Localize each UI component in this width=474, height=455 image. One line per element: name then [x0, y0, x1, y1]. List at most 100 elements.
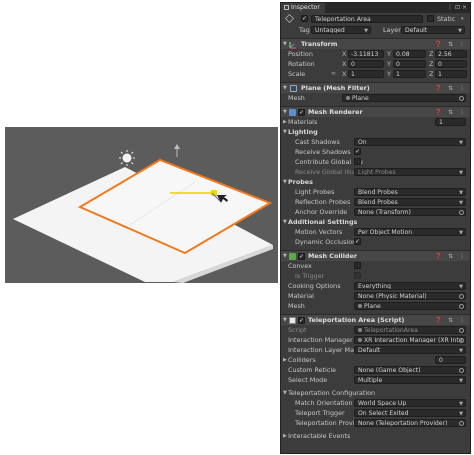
chevron-down-icon: ▼	[459, 230, 463, 236]
transform-header[interactable]: ▼ Transform ❓ ⇅ ⋮	[281, 38, 470, 49]
match-orientation-dropdown[interactable]: World Space Up ▼	[354, 399, 466, 407]
z-axis-label: Z	[429, 50, 434, 58]
teleport-trigger-label: Teleport Trigger	[295, 409, 345, 417]
scene-canvas	[13, 144, 273, 283]
select-mode-row: Select Mode Multiple ▼	[281, 375, 470, 385]
materials-row[interactable]: ▶ Materials 1	[281, 117, 470, 127]
rotation-x-field[interactable]: 0	[348, 60, 384, 68]
layer-dropdown[interactable]: Default ▼	[401, 26, 465, 34]
tag-dropdown[interactable]: Untagged ▼	[311, 26, 371, 34]
mesh-filter-header[interactable]: ▼ Plane (Mesh Filter) ❓ ⇅ ⋮	[281, 82, 470, 93]
teleport-provider-field[interactable]: None (Teleportation Provider)	[354, 419, 466, 427]
chevron-down-icon: ▼	[459, 378, 463, 384]
foldout-arrow-icon[interactable]: ▼	[283, 217, 287, 227]
cast-shadows-dropdown[interactable]: On ▼	[354, 138, 466, 146]
interaction-layer-dropdown[interactable]: Default ▼	[354, 346, 466, 354]
collider-material-label: Material	[288, 292, 314, 300]
foldout-arrow-icon[interactable]: ▼	[283, 127, 287, 137]
object-picker-icon[interactable]	[459, 294, 464, 299]
contribute-gi-checkbox[interactable]	[354, 158, 361, 165]
active-checkbox[interactable]: ✓	[301, 15, 308, 22]
receive-gi-dropdown: Light Probes ▼	[354, 168, 466, 176]
colliders-count-field[interactable]: 0	[435, 356, 466, 364]
mesh-renderer-enabled-checkbox[interactable]: ✓	[298, 109, 305, 116]
scale-x-field[interactable]: 1	[348, 70, 384, 78]
object-picker-icon[interactable]	[459, 210, 464, 215]
tab-inspector[interactable]: Inspector	[281, 3, 325, 13]
motion-vectors-dropdown[interactable]: Per Object Motion ▼	[354, 228, 466, 236]
mesh-collider-header[interactable]: ▼ ✓ Mesh Collider ❓ ⇅ ⋮	[281, 250, 470, 261]
mesh-field[interactable]: Plane	[342, 94, 466, 102]
anchor-override-field[interactable]: None (Transform)	[354, 208, 466, 216]
object-name-field[interactable]: Teleportation Area	[311, 15, 423, 23]
scale-row: Scale ∞ X 1 Y 1 Z 1	[281, 69, 470, 79]
foldout-arrow-icon[interactable]: ▼	[283, 388, 287, 398]
position-y-field[interactable]: 0.08	[393, 50, 426, 58]
match-orientation-row: Match Orientation World Space Up ▼	[281, 398, 470, 408]
is-trigger-row: Is Trigger	[281, 271, 470, 281]
x-axis-label: X	[342, 60, 347, 68]
foldout-arrow-icon[interactable]: ▼	[283, 177, 287, 187]
static-checkbox[interactable]	[427, 15, 434, 22]
mesh-collider-enabled-checkbox[interactable]: ✓	[298, 253, 305, 260]
object-header: ✓ Teleportation Area Static ▾	[281, 13, 470, 25]
rotation-z-field[interactable]: 0	[435, 60, 467, 68]
scene-view[interactable]	[5, 127, 278, 283]
mesh-renderer-header[interactable]: ▼ ✓ Mesh Renderer ❓ ⇅ ⋮	[281, 106, 470, 117]
convex-checkbox[interactable]	[354, 262, 361, 269]
object-picker-icon[interactable]	[459, 368, 464, 373]
cast-shadows-label: Cast Shadows	[295, 138, 340, 146]
foldout-arrow-icon[interactable]: ▶	[283, 355, 287, 365]
collider-mesh-field[interactable]: Plane	[354, 302, 466, 310]
light-icon[interactable]	[119, 150, 135, 166]
foldout-arrow-icon[interactable]: ▶	[283, 431, 287, 441]
object-picker-icon[interactable]	[459, 421, 464, 426]
scale-label: Scale	[288, 70, 306, 78]
teleport-config-section[interactable]: ▼ Teleportation Configuration	[281, 388, 470, 398]
colliders-row[interactable]: ▶ Colliders 0	[281, 355, 470, 365]
select-mode-label: Select Mode	[288, 376, 328, 384]
interaction-layer-row: Interaction Layer Mask Default ▼	[281, 345, 470, 355]
static-dropdown-icon[interactable]: ▾	[461, 13, 464, 25]
reflection-probes-dropdown[interactable]: Blend Probes ▼	[354, 198, 466, 206]
teleport-trigger-row: Teleport Trigger On Select Exited ▼	[281, 408, 470, 418]
chevron-down-icon: ▼	[459, 348, 463, 354]
collider-material-field[interactable]: None (Physic Material)	[354, 292, 466, 300]
rotation-y-field[interactable]: 0	[393, 60, 426, 68]
materials-count-field[interactable]: 1	[435, 118, 466, 126]
tab-options-icon[interactable]: ⋮ ⊡ ×	[447, 3, 467, 13]
probes-section[interactable]: ▼ Probes	[281, 177, 470, 187]
object-picker-icon[interactable]	[459, 304, 464, 309]
teleport-trigger-dropdown[interactable]: On Select Exited ▼	[354, 409, 466, 417]
receive-shadows-checkbox[interactable]: ✓	[354, 148, 361, 155]
lighting-section[interactable]: ▼ Lighting	[281, 127, 470, 137]
interaction-manager-field[interactable]: XR Interaction Manager (XR Inte	[354, 336, 466, 344]
object-picker-icon[interactable]	[459, 338, 464, 343]
light-probes-label: Light Probes	[295, 188, 335, 196]
collider-material-row: Material None (Physic Material)	[281, 291, 470, 301]
scale-z-field[interactable]: 1	[435, 70, 467, 78]
inspector-panel: Inspector ⋮ ⊡ × ✓ Teleportation Area Sta…	[280, 2, 471, 454]
position-z-field[interactable]: 2.56	[435, 50, 467, 58]
scale-y-field[interactable]: 1	[393, 70, 426, 78]
light-probes-dropdown[interactable]: Blend Probes ▼	[354, 188, 466, 196]
select-mode-dropdown[interactable]: Multiple ▼	[354, 376, 466, 384]
chevron-down-icon: ▼	[459, 401, 463, 407]
interactable-events-section[interactable]: ▶ Interactable Events	[281, 431, 470, 441]
cast-shadows-row: Cast Shadows On ▼	[281, 137, 470, 147]
position-x-field[interactable]: -3.11813	[348, 50, 384, 58]
foldout-arrow-icon[interactable]: ▶	[283, 117, 287, 127]
teleportation-area-header[interactable]: ▼ ✓ Teleportation Area (Script) ❓ ⇅ ⋮	[281, 314, 470, 325]
custom-reticle-field[interactable]: None (Game Object)	[354, 366, 466, 374]
x-axis-label: X	[342, 50, 347, 58]
additional-settings-section[interactable]: ▼ Additional Settings	[281, 217, 470, 227]
object-picker-icon[interactable]	[459, 96, 464, 101]
link-icon[interactable]: ∞	[331, 69, 336, 79]
transform-axes-icon	[289, 41, 296, 49]
receive-gi-row: Receive Global Illum Light Probes ▼	[281, 167, 470, 177]
mesh-icon	[358, 304, 362, 308]
teleportation-area-enabled-checkbox[interactable]: ✓	[298, 317, 305, 324]
dynamic-occlusion-checkbox[interactable]: ✓	[354, 238, 361, 245]
chevron-down-icon: ▼	[459, 284, 463, 290]
cooking-options-dropdown[interactable]: Everything ▼	[354, 282, 466, 290]
